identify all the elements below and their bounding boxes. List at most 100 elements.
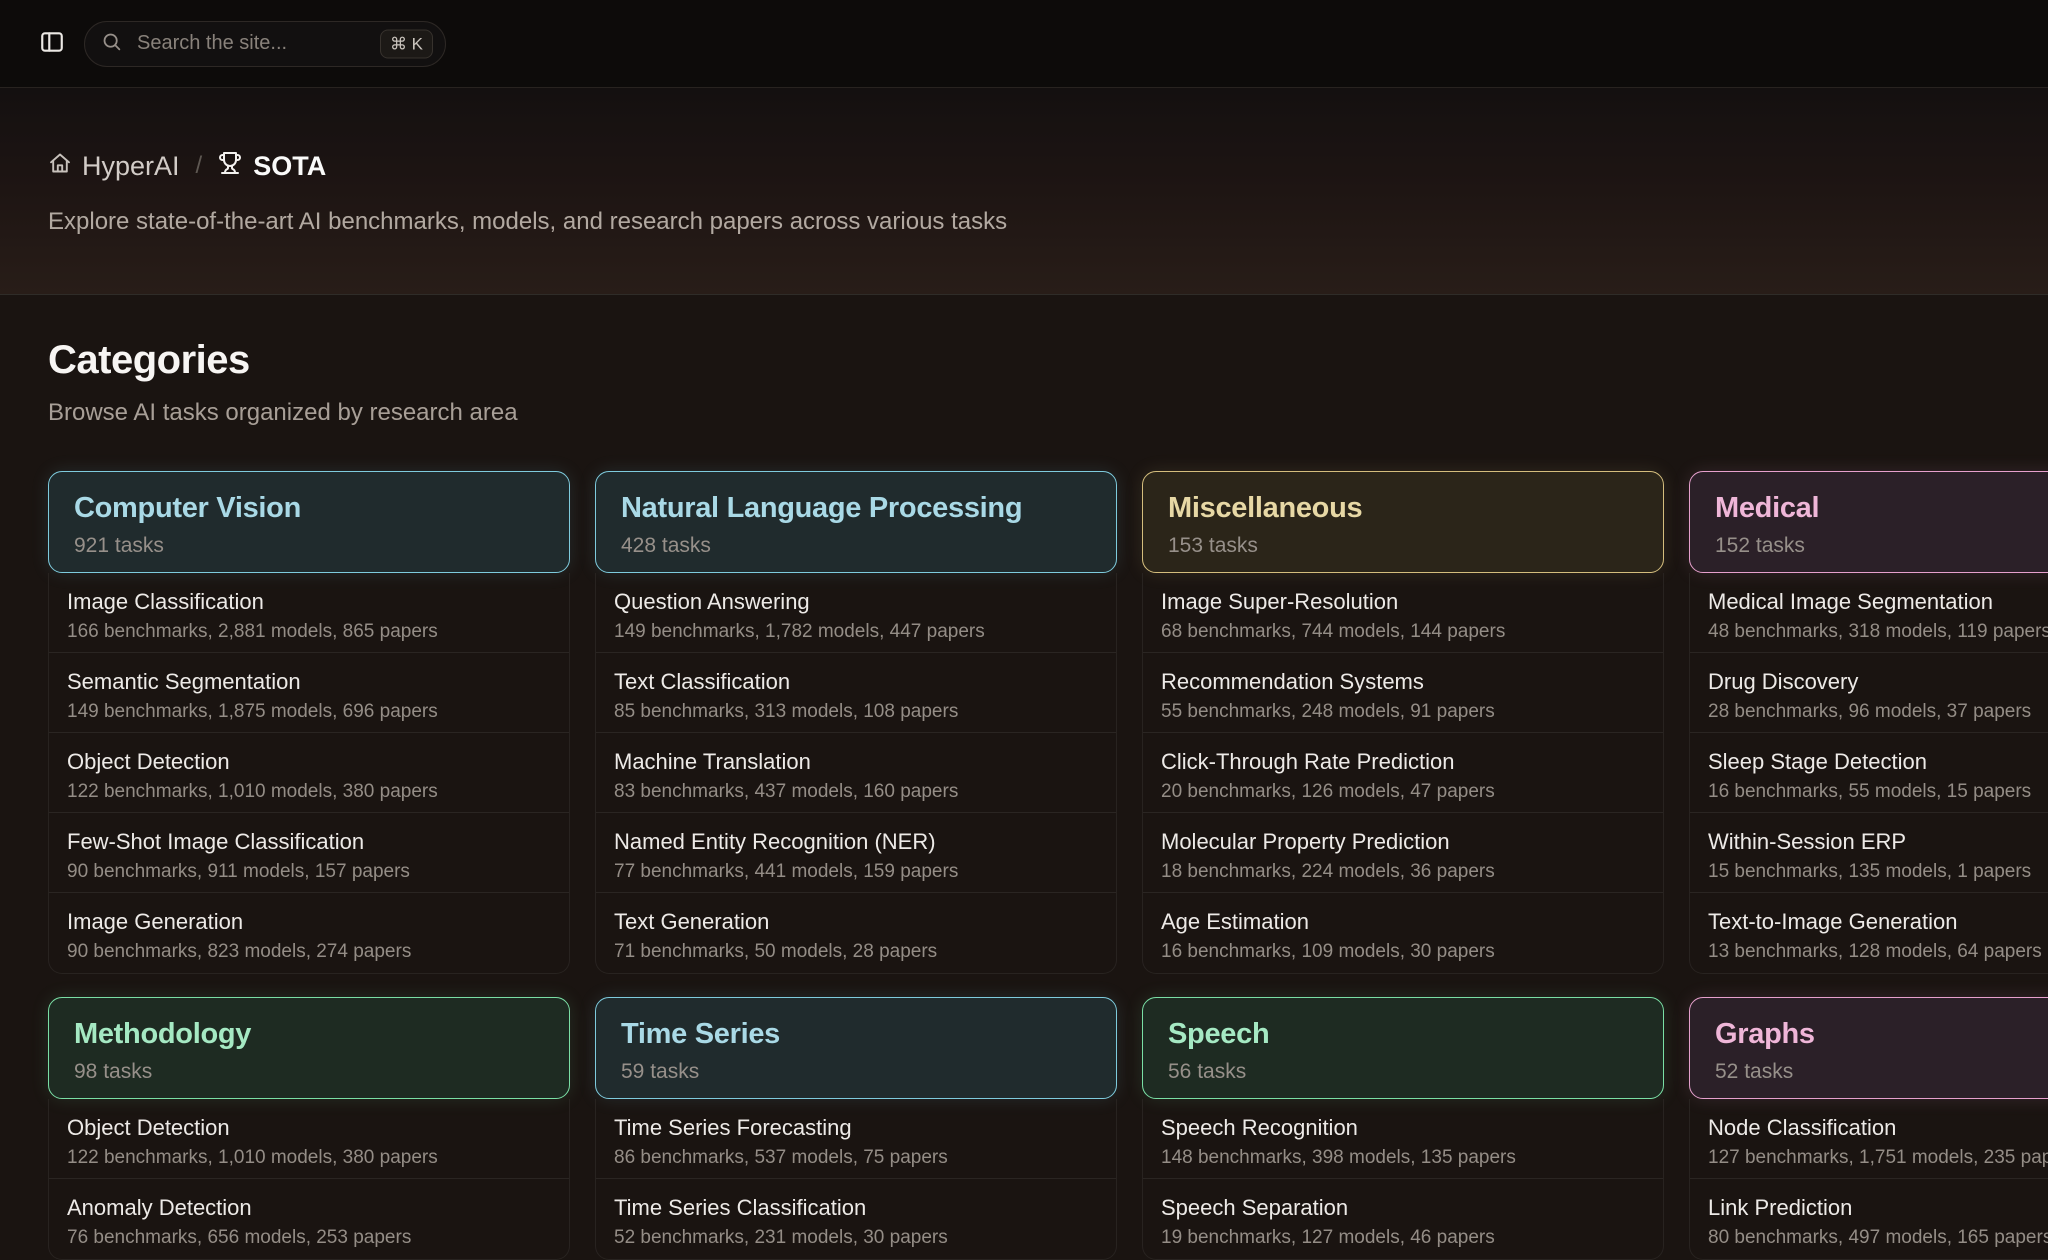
task-row[interactable]: Within-Session ERP 15 benchmarks, 135 mo… bbox=[1690, 813, 2048, 893]
category-task-count: 428 tasks bbox=[621, 533, 1091, 559]
task-row[interactable]: Drug Discovery 28 benchmarks, 96 models,… bbox=[1690, 653, 2048, 733]
task-title: Text Generation bbox=[614, 907, 1098, 936]
task-list: Image Classification 166 benchmarks, 2,8… bbox=[48, 573, 570, 974]
task-row[interactable]: Time Series Forecasting 86 benchmarks, 5… bbox=[596, 1099, 1116, 1179]
task-title: Click-Through Rate Prediction bbox=[1161, 747, 1645, 776]
task-row[interactable]: Age Estimation 16 benchmarks, 109 models… bbox=[1143, 893, 1663, 973]
task-title: Few-Shot Image Classification bbox=[67, 827, 551, 856]
topbar: ⌘ K bbox=[0, 0, 2048, 88]
search-shortcut-badge: ⌘ K bbox=[380, 29, 433, 58]
task-row[interactable]: Object Detection 122 benchmarks, 1,010 m… bbox=[49, 733, 569, 813]
breadcrumb-current-label: SOTA bbox=[253, 150, 326, 182]
search-icon bbox=[101, 31, 122, 57]
task-title: Object Detection bbox=[67, 747, 551, 776]
task-stats: 149 benchmarks, 1,875 models, 696 papers bbox=[67, 699, 551, 724]
category-title: Medical bbox=[1715, 491, 2048, 525]
task-list: Time Series Forecasting 86 benchmarks, 5… bbox=[595, 1099, 1117, 1260]
task-stats: 52 benchmarks, 231 models, 30 papers bbox=[614, 1225, 1098, 1250]
category-column: Speech 56 tasks Speech Recognition 148 b… bbox=[1142, 997, 1664, 1260]
task-title: Semantic Segmentation bbox=[67, 667, 551, 696]
task-list: Question Answering 149 benchmarks, 1,782… bbox=[595, 573, 1117, 974]
task-list: Object Detection 122 benchmarks, 1,010 m… bbox=[48, 1099, 570, 1260]
task-row[interactable]: Speech Recognition 148 benchmarks, 398 m… bbox=[1143, 1099, 1663, 1179]
task-stats: 13 benchmarks, 128 models, 64 papers bbox=[1708, 939, 2048, 964]
task-row[interactable]: Question Answering 149 benchmarks, 1,782… bbox=[596, 573, 1116, 653]
task-title: Recommendation Systems bbox=[1161, 667, 1645, 696]
task-row[interactable]: Click-Through Rate Prediction 20 benchma… bbox=[1143, 733, 1663, 813]
category-card[interactable]: Medical 152 tasks bbox=[1689, 471, 2048, 573]
task-title: Age Estimation bbox=[1161, 907, 1645, 936]
task-title: Link Prediction bbox=[1708, 1193, 2048, 1222]
category-title: Speech bbox=[1168, 1017, 1638, 1051]
task-row[interactable]: Machine Translation 83 benchmarks, 437 m… bbox=[596, 733, 1116, 813]
search-container: ⌘ K bbox=[84, 21, 446, 67]
category-task-count: 152 tasks bbox=[1715, 533, 2048, 559]
page-title: Categories bbox=[48, 340, 2048, 380]
task-title: Time Series Forecasting bbox=[614, 1113, 1098, 1142]
category-task-count: 98 tasks bbox=[74, 1059, 544, 1085]
task-row[interactable]: Medical Image Segmentation 48 benchmarks… bbox=[1690, 573, 2048, 653]
task-row[interactable]: Anomaly Detection 76 benchmarks, 656 mod… bbox=[49, 1179, 569, 1259]
task-title: Molecular Property Prediction bbox=[1161, 827, 1645, 856]
task-row[interactable]: Image Super-Resolution 68 benchmarks, 74… bbox=[1143, 573, 1663, 653]
task-row[interactable]: Named Entity Recognition (NER) 77 benchm… bbox=[596, 813, 1116, 893]
hero-header: HyperAI / SOTA Explore state-of-the-art … bbox=[0, 88, 2048, 295]
task-row[interactable]: Node Classification 127 benchmarks, 1,75… bbox=[1690, 1099, 2048, 1179]
category-column: Miscellaneous 153 tasks Image Super-Reso… bbox=[1142, 471, 1664, 974]
breadcrumb-separator: / bbox=[196, 150, 203, 182]
task-title: Drug Discovery bbox=[1708, 667, 2048, 696]
task-stats: 19 benchmarks, 127 models, 46 papers bbox=[1161, 1225, 1645, 1250]
task-list: Medical Image Segmentation 48 benchmarks… bbox=[1689, 573, 2048, 974]
task-title: Speech Separation bbox=[1161, 1193, 1645, 1222]
task-title: Machine Translation bbox=[614, 747, 1098, 776]
category-card[interactable]: Time Series 59 tasks bbox=[595, 997, 1117, 1099]
task-row[interactable]: Sleep Stage Detection 16 benchmarks, 55 … bbox=[1690, 733, 2048, 813]
task-row[interactable]: Image Generation 90 benchmarks, 823 mode… bbox=[49, 893, 569, 973]
sidebar-toggle-button[interactable] bbox=[30, 22, 74, 66]
task-title: Time Series Classification bbox=[614, 1193, 1098, 1222]
breadcrumb-home-link[interactable]: HyperAI bbox=[48, 150, 180, 182]
task-row[interactable]: Object Detection 122 benchmarks, 1,010 m… bbox=[49, 1099, 569, 1179]
task-row[interactable]: Semantic Segmentation 149 benchmarks, 1,… bbox=[49, 653, 569, 733]
task-stats: 28 benchmarks, 96 models, 37 papers bbox=[1708, 699, 2048, 724]
task-title: Image Generation bbox=[67, 907, 551, 936]
breadcrumb-current: SOTA bbox=[218, 150, 326, 182]
category-card[interactable]: Miscellaneous 153 tasks bbox=[1142, 471, 1664, 573]
task-row[interactable]: Image Classification 166 benchmarks, 2,8… bbox=[49, 573, 569, 653]
task-stats: 90 benchmarks, 823 models, 274 papers bbox=[67, 939, 551, 964]
panel-left-icon bbox=[39, 29, 65, 58]
task-row[interactable]: Text Generation 71 benchmarks, 50 models… bbox=[596, 893, 1116, 973]
breadcrumb-home-label: HyperAI bbox=[82, 150, 180, 182]
task-row[interactable]: Few-Shot Image Classification 90 benchma… bbox=[49, 813, 569, 893]
task-stats: 149 benchmarks, 1,782 models, 447 papers bbox=[614, 619, 1098, 644]
task-row[interactable]: Recommendation Systems 55 benchmarks, 24… bbox=[1143, 653, 1663, 733]
task-list: Node Classification 127 benchmarks, 1,75… bbox=[1689, 1099, 2048, 1260]
category-card[interactable]: Speech 56 tasks bbox=[1142, 997, 1664, 1099]
category-card[interactable]: Natural Language Processing 428 tasks bbox=[595, 471, 1117, 573]
task-row[interactable]: Speech Separation 19 benchmarks, 127 mod… bbox=[1143, 1179, 1663, 1259]
category-column: Natural Language Processing 428 tasks Qu… bbox=[595, 471, 1117, 974]
task-stats: 85 benchmarks, 313 models, 108 papers bbox=[614, 699, 1098, 724]
main-content: Categories Browse AI tasks organized by … bbox=[0, 295, 2048, 1260]
task-stats: 18 benchmarks, 224 models, 36 papers bbox=[1161, 859, 1645, 884]
category-card[interactable]: Computer Vision 921 tasks bbox=[48, 471, 570, 573]
category-title: Graphs bbox=[1715, 1017, 2048, 1051]
task-stats: 16 benchmarks, 109 models, 30 papers bbox=[1161, 939, 1645, 964]
task-list: Image Super-Resolution 68 benchmarks, 74… bbox=[1142, 573, 1664, 974]
task-stats: 122 benchmarks, 1,010 models, 380 papers bbox=[67, 779, 551, 804]
task-title: Within-Session ERP bbox=[1708, 827, 2048, 856]
task-row[interactable]: Time Series Classification 52 benchmarks… bbox=[596, 1179, 1116, 1259]
category-card[interactable]: Graphs 52 tasks bbox=[1689, 997, 2048, 1099]
task-row[interactable]: Link Prediction 80 benchmarks, 497 model… bbox=[1690, 1179, 2048, 1259]
task-stats: 122 benchmarks, 1,010 models, 380 papers bbox=[67, 1145, 551, 1170]
task-row[interactable]: Text Classification 85 benchmarks, 313 m… bbox=[596, 653, 1116, 733]
task-row[interactable]: Text-to-Image Generation 13 benchmarks, … bbox=[1690, 893, 2048, 973]
category-column: Time Series 59 tasks Time Series Forecas… bbox=[595, 997, 1117, 1260]
home-icon bbox=[48, 150, 72, 182]
category-task-count: 52 tasks bbox=[1715, 1059, 2048, 1085]
task-row[interactable]: Molecular Property Prediction 18 benchma… bbox=[1143, 813, 1663, 893]
category-card[interactable]: Methodology 98 tasks bbox=[48, 997, 570, 1099]
task-stats: 166 benchmarks, 2,881 models, 865 papers bbox=[67, 619, 551, 644]
task-stats: 83 benchmarks, 437 models, 160 papers bbox=[614, 779, 1098, 804]
task-stats: 71 benchmarks, 50 models, 28 papers bbox=[614, 939, 1098, 964]
